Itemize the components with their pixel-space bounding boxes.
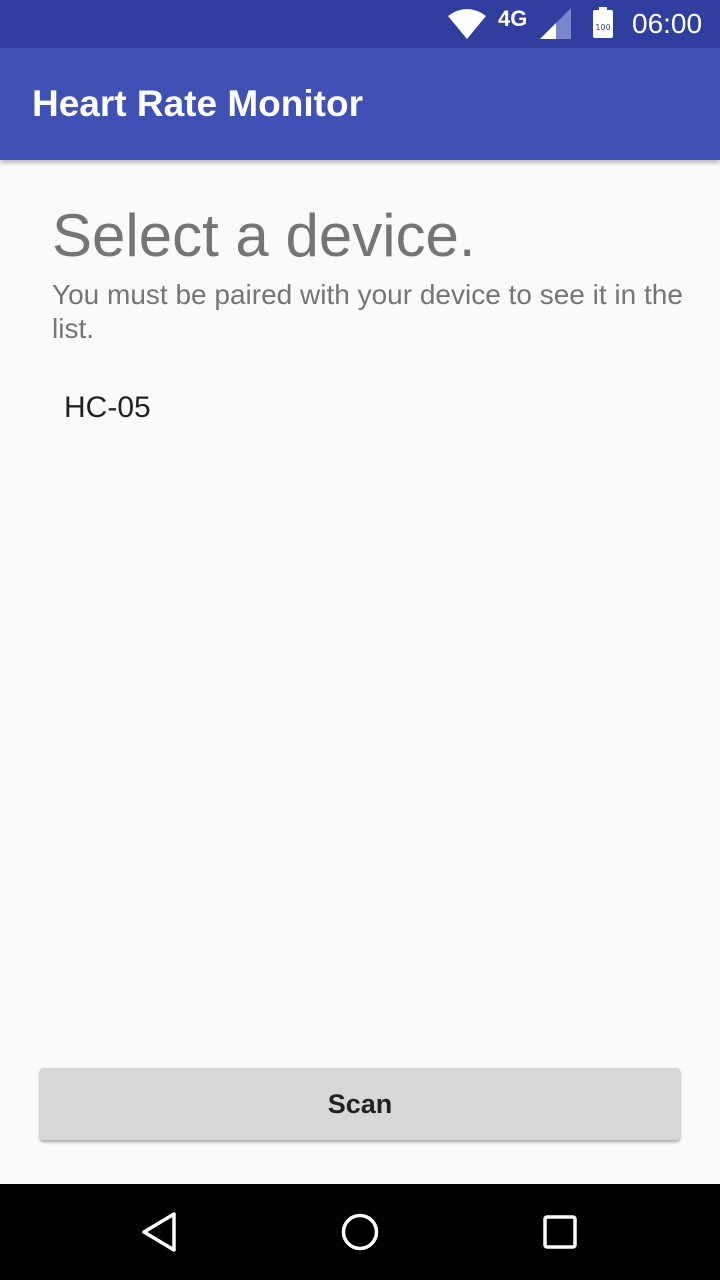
home-icon[interactable] [336,1208,384,1256]
network-type: 4G [498,6,528,31]
page-subtext: You must be paired with your device to s… [52,279,683,344]
navigation-bar [0,1184,720,1280]
battery-icon: 100 [592,7,614,44]
scan-button[interactable]: Scan [40,1068,680,1140]
cell-signal-icon [540,8,572,45]
back-icon[interactable] [136,1208,184,1256]
app-bar: Heart Rate Monitor [0,48,720,160]
status-clock: 06:00 [632,8,703,39]
page-heading: Select a device. [52,202,476,269]
status-bar: 4G 100 06:00 [0,0,720,48]
app-title: Heart Rate Monitor [32,83,363,124]
recents-icon[interactable] [536,1208,584,1256]
device-list-item[interactable]: HC-05 [0,372,720,444]
wifi-icon [448,8,486,45]
battery-level: 100 [595,23,610,32]
device-list: HC-05 [0,372,720,444]
screen: 4G 100 06:00 Heart Rate Monitor Select a… [0,0,720,1280]
